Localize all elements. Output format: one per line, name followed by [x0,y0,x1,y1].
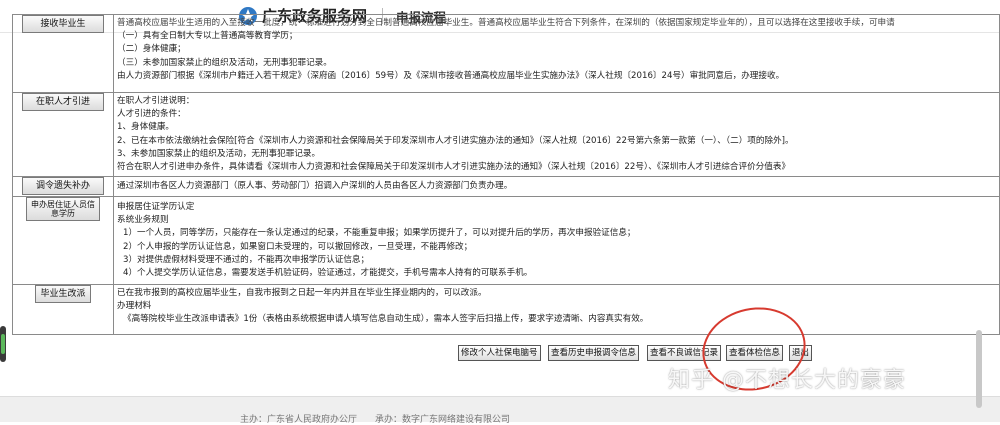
residence-permit-degree-button[interactable]: 申办居住证人员信息学历 [26,197,100,221]
transfer-order-reissue-button[interactable]: 调令遗失补办 [22,177,104,195]
talent-introduction-description: 在职人才引进说明： 人才引进的条件： 1、身体健康。 2、已在本市依法缴纳社会保… [113,92,1000,177]
graduate-reassignment-button[interactable]: 毕业生改派 [35,285,91,303]
transfer-order-reissue-description: 通过深圳市各区人力资源部门（原人事、劳动部门）招调入户深圳的人员由各区人力资源部… [113,176,1000,197]
scrollbar-thumb[interactable] [976,330,982,408]
zhihu-watermark: 知乎 @不想长大的豪豪 [668,368,906,393]
vertical-scrollbar[interactable] [974,0,984,421]
talent-introduction-button[interactable]: 在职人才引进 [22,93,104,111]
view-transfer-history-button[interactable]: 查看历史申报调令信息 [548,345,640,361]
footer-text: 主办：广东省人民政府办公厅 承办：数字广东网络建设有限公司 [240,415,511,425]
requirements-table: 接收毕业生 普通高校应届毕业生适用的入至接收一批度，统一标准进行划分到全日制普通… [12,14,1000,335]
requirements-table-container: 接收毕业生 普通高校应届毕业生适用的入至接收一批度，统一标准进行划分到全日制普通… [12,14,1000,335]
page-footer: 主办：广东省人民政府办公厅 承办：数字广东网络建设有限公司 [0,396,1000,425]
table-row: 在职人才引进 在职人才引进说明： 人才引进的条件： 1、身体健康。 2、已在本市… [12,92,1000,177]
graduate-reassignment-description: 已在我市报到的高校应届毕业生，自我市报到之日起一年内并且在毕业生择业期内的，可以… [113,284,1000,335]
table-row: 调令遗失补办 通过深圳市各区人力资源部门（原人事、劳动部门）招调入户深圳的人员由… [12,176,1000,197]
residence-permit-degree-description: 申报居住证学历认定 系统业务规则 1）一个人员，同等学历，只能存在一条认定通过的… [113,196,1000,285]
receive-graduate-button[interactable]: 接收毕业生 [22,15,104,33]
table-row: 申办居住证人员信息学历 申报居住证学历认定 系统业务规则 1）一个人员，同等学历… [12,196,1000,285]
table-row: 接收毕业生 普通高校应届毕业生适用的入至接收一批度，统一标准进行划分到全日制普通… [12,14,1000,93]
receive-graduate-description: 普通高校应届毕业生适用的入至接收一批度，统一标准进行划分到全日制普通高校应届毕业… [113,14,1000,93]
side-drag-handle[interactable] [0,326,6,362]
table-row: 毕业生改派 已在我市报到的高校应届毕业生，自我市报到之日起一年内并且在毕业生择业… [12,284,1000,335]
handle-grip-icon [1,334,5,354]
edit-social-security-number-button[interactable]: 修改个人社保电脑号 [458,345,541,361]
